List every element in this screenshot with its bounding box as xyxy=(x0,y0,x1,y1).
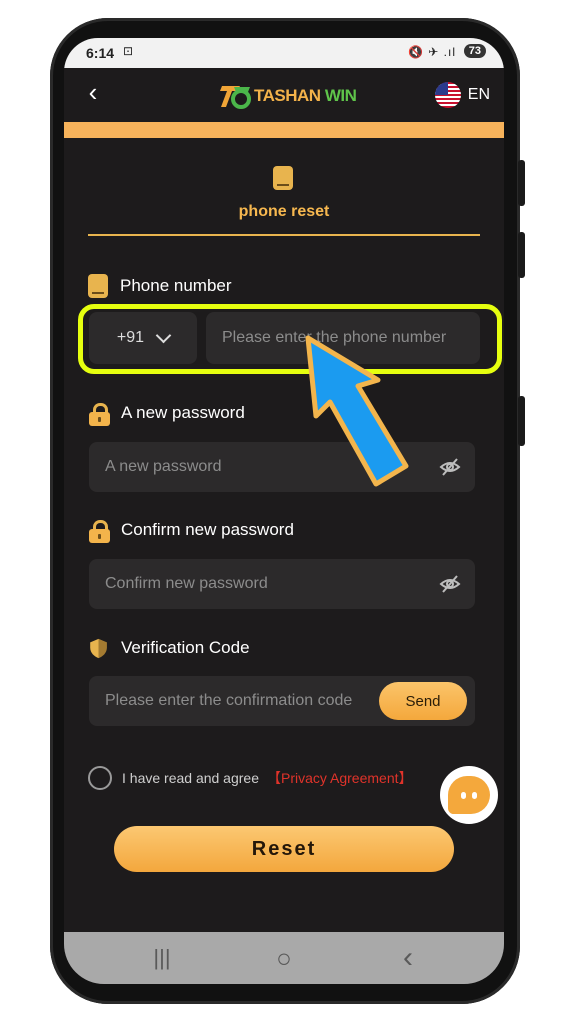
recent-apps-button[interactable]: ||| xyxy=(142,944,182,972)
android-nav-bar: ||| ○ ‹ xyxy=(64,932,504,984)
new-password-label: A new password xyxy=(88,401,245,426)
new-password-input[interactable]: A new password xyxy=(89,442,475,492)
confirm-password-label-text: Confirm new password xyxy=(121,520,294,539)
new-password-label-text: A new password xyxy=(121,403,245,422)
verification-code-label-text: Verification Code xyxy=(121,638,250,657)
agreement-row: I have read and agree 【Privacy Agreement… xyxy=(88,766,413,790)
side-button xyxy=(518,396,525,446)
brand-accent: WIN xyxy=(324,86,357,105)
customer-service-button[interactable] xyxy=(440,766,498,824)
reset-button[interactable]: Reset xyxy=(114,826,454,872)
chat-bubble-icon xyxy=(448,776,490,814)
lock-icon xyxy=(88,519,110,543)
phone-number-label-text: Phone number xyxy=(120,276,232,295)
eye-off-icon[interactable] xyxy=(439,573,461,595)
brand-text: TASHAN WIN xyxy=(254,86,357,106)
verification-code-label: Verification Code xyxy=(88,636,250,660)
new-password-placeholder: A new password xyxy=(105,458,222,475)
tab-phone-reset[interactable]: phone reset xyxy=(64,203,504,221)
status-bar: 6:14 ⊡ 🔇 ✈ .ıl 73 xyxy=(64,38,504,68)
lock-icon xyxy=(88,402,110,426)
signal-icons: 🔇 ✈ .ıl xyxy=(408,45,456,59)
header-accent-strip xyxy=(64,122,504,138)
status-time: 6:14 xyxy=(86,45,115,61)
language-label: EN xyxy=(467,86,490,103)
phone-number-label: Phone number xyxy=(88,274,232,298)
agree-checkbox[interactable] xyxy=(88,766,112,790)
confirm-password-input[interactable]: Confirm new password xyxy=(89,559,475,609)
logo-mark-icon xyxy=(220,86,251,109)
highlight-frame xyxy=(78,304,502,374)
tab-underline xyxy=(88,234,480,236)
pointer-arrow-icon xyxy=(305,335,409,487)
verification-code-placeholder: Please enter the confirmation code xyxy=(105,692,353,709)
back-button[interactable]: ‹ xyxy=(78,78,108,108)
brand-name: TASHAN xyxy=(254,86,321,105)
phone-icon xyxy=(273,166,293,190)
side-button xyxy=(518,160,525,206)
agree-text: I have read and agree xyxy=(122,770,259,786)
battery-badge: 73 xyxy=(463,44,486,58)
screen-record-icon: ⊡ xyxy=(123,44,134,58)
confirm-password-placeholder: Confirm new password xyxy=(105,575,268,592)
side-button xyxy=(518,232,525,278)
confirm-password-label: Confirm new password xyxy=(88,518,294,543)
phone-icon xyxy=(88,274,108,298)
brand-logo: TASHAN WIN xyxy=(220,82,357,110)
phone-screen: 6:14 ⊡ 🔇 ✈ .ıl 73 ‹ TASHAN WIN EN phone … xyxy=(64,38,504,984)
verification-code-input[interactable]: Please enter the confirmation code Send xyxy=(89,676,475,726)
send-code-button[interactable]: Send xyxy=(379,682,467,720)
home-button[interactable]: ○ xyxy=(264,944,304,972)
language-selector[interactable]: EN xyxy=(434,82,490,108)
app-header: ‹ TASHAN WIN EN xyxy=(64,68,504,122)
eye-off-icon[interactable] xyxy=(439,456,461,478)
shield-icon xyxy=(90,638,107,658)
back-nav-button[interactable]: ‹ xyxy=(388,943,428,973)
us-flag-icon xyxy=(434,82,461,108)
privacy-agreement-link[interactable]: 【Privacy Agreement】 xyxy=(267,768,413,788)
